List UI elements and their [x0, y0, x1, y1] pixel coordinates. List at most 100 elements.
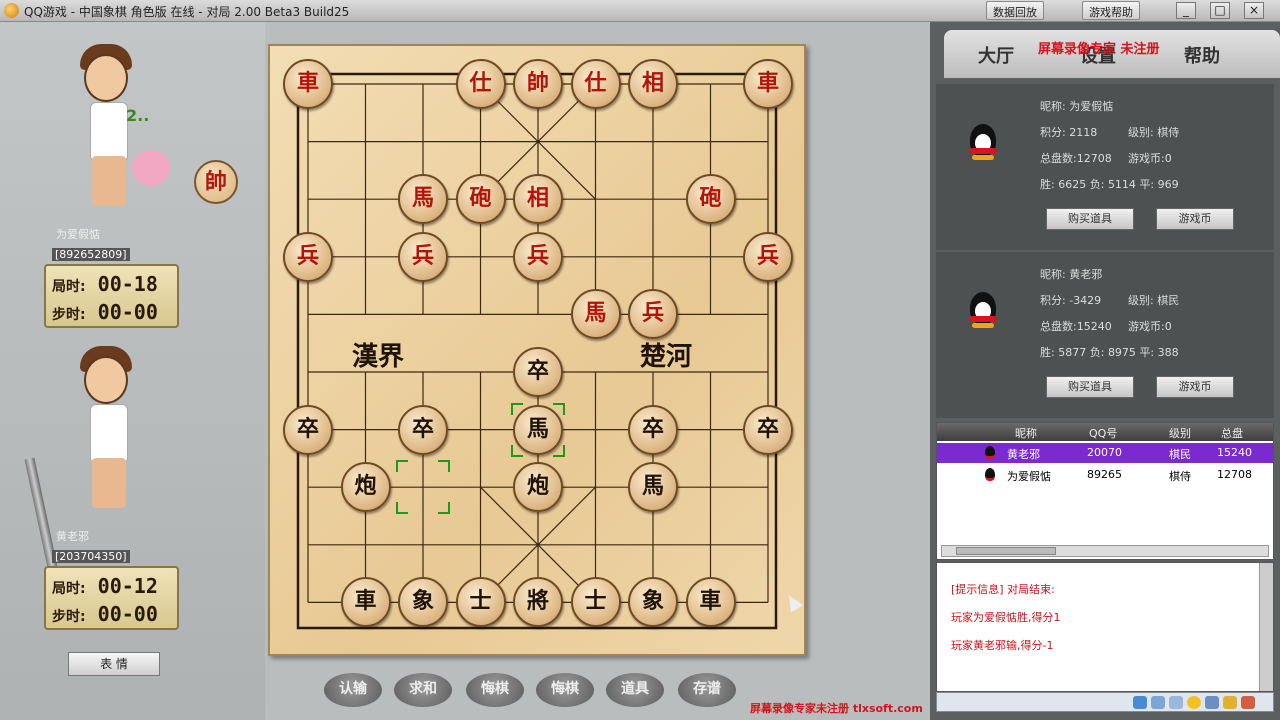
- draw-label: 平:: [1139, 178, 1155, 191]
- red-piece[interactable]: 馬: [570, 289, 621, 340]
- black-piece[interactable]: 士: [455, 577, 506, 628]
- tab-lobby[interactable]: 大厅: [978, 42, 1014, 68]
- close-button[interactable]: ×: [1244, 2, 1264, 19]
- move-highlight: [396, 460, 450, 515]
- score-value: 2118: [1069, 126, 1098, 139]
- nick-label: 昵称:: [1040, 268, 1066, 281]
- chat-toolbar: [936, 692, 1274, 712]
- black-piece[interactable]: 車: [340, 577, 391, 628]
- red-piece[interactable]: 相: [628, 59, 678, 109]
- red-piece[interactable]: 兵: [398, 231, 448, 282]
- red-piece[interactable]: 砲: [685, 174, 736, 225]
- red-piece[interactable]: 兵: [283, 231, 333, 282]
- col-header-level[interactable]: 级别: [1169, 425, 1191, 441]
- step-time-value: 00-00: [97, 602, 158, 626]
- red-piece[interactable]: 兵: [513, 231, 563, 282]
- red-piece[interactable]: 兵: [743, 231, 793, 282]
- red-piece[interactable]: 帥: [513, 59, 563, 109]
- list-row[interactable]: 黄老邪 20070 棋民 15240: [937, 443, 1273, 463]
- black-piece[interactable]: 卒: [628, 404, 678, 455]
- buy-props-button[interactable]: 购买道具: [1046, 376, 1134, 398]
- message-box: [提示信息] 对局结束: 玩家为爱假惦胜,得分1 玩家黄老邪输,得分-1: [936, 562, 1274, 692]
- font-icon[interactable]: [1169, 696, 1183, 709]
- left-player-panel: 2.. 帥 为爱假惦 [892652809] 局时: 00-18 步时: 00-…: [0, 22, 265, 720]
- red-piece[interactable]: 車: [743, 59, 793, 109]
- emoji-icon[interactable]: [1187, 696, 1201, 709]
- list-row[interactable]: 为爱假惦 89265 棋侍 12708: [937, 465, 1273, 485]
- black-piece[interactable]: 卒: [513, 347, 563, 397]
- level-value: 棋民: [1157, 294, 1180, 307]
- vertical-scrollbar[interactable]: [1259, 563, 1273, 691]
- game-coins-button[interactable]: 游戏币: [1156, 376, 1234, 398]
- window-title: QQ游戏 - 中国象棋 角色版 在线 - 对局 2.00 Beta3 Build…: [24, 5, 350, 19]
- list-header: 昵称 QQ号 级别 总盘: [937, 423, 1273, 441]
- draw-label: 平:: [1139, 346, 1155, 359]
- tab-help[interactable]: 帮助: [1184, 42, 1220, 68]
- top-player-id: [892652809]: [52, 248, 130, 261]
- red-piece[interactable]: 馬: [398, 174, 448, 225]
- send-icon[interactable]: [1205, 696, 1219, 709]
- black-piece[interactable]: 炮: [340, 462, 391, 513]
- bottom-player-name: 黄老邪: [56, 530, 89, 543]
- qq-penguin-icon: [985, 468, 995, 481]
- row-qq: 89265: [1087, 468, 1122, 481]
- help-button[interactable]: 游戏帮助: [1082, 1, 1140, 20]
- buy-props-button[interactable]: 购买道具: [1046, 208, 1134, 230]
- level-value: 棋侍: [1157, 126, 1180, 139]
- props-button[interactable]: 道具: [606, 673, 664, 707]
- player-list[interactable]: 昵称 QQ号 级别 总盘 黄老邪 20070 棋民 15240 为爱假惦 892…: [936, 422, 1274, 560]
- resign-button[interactable]: 认输: [324, 673, 382, 707]
- red-piece[interactable]: 仕: [570, 59, 621, 109]
- chat-icon[interactable]: [1133, 696, 1147, 709]
- red-piece[interactable]: 砲: [455, 174, 506, 225]
- red-piece[interactable]: 相: [513, 174, 563, 225]
- row-level: 棋侍: [1169, 470, 1191, 483]
- row-total: 15240: [1217, 446, 1252, 459]
- coins-label: 游戏币:: [1128, 320, 1165, 333]
- undo-button[interactable]: 悔棋: [466, 673, 524, 707]
- black-piece[interactable]: 炮: [513, 462, 563, 513]
- game-coins-button[interactable]: 游戏币: [1156, 208, 1234, 230]
- black-piece[interactable]: 卒: [398, 404, 448, 455]
- draw-button[interactable]: 求和: [394, 673, 452, 707]
- watermark-bottom: 屏幕录像专家未注册 tlxsoft.com: [750, 702, 923, 715]
- black-piece[interactable]: 卒: [283, 404, 333, 455]
- col-header-qq[interactable]: QQ号: [1089, 425, 1117, 441]
- black-piece[interactable]: 卒: [743, 404, 793, 455]
- win-value: 6625: [1058, 178, 1087, 191]
- scrollbar-thumb[interactable]: [956, 547, 1056, 555]
- black-piece[interactable]: 馬: [628, 462, 678, 513]
- restore-button[interactable]: □: [1210, 2, 1230, 19]
- save-record-button[interactable]: 存谱: [678, 673, 736, 707]
- level-label: 级别:: [1128, 294, 1154, 307]
- step-time-label: 步时:: [52, 609, 86, 625]
- emote-button[interactable]: 表 情: [68, 652, 160, 676]
- red-piece[interactable]: 車: [283, 59, 333, 109]
- coins-label: 游戏币:: [1128, 152, 1165, 165]
- screenshot-icon[interactable]: [1151, 696, 1165, 709]
- move-highlight: [511, 402, 565, 457]
- undo-button-2[interactable]: 悔棋: [536, 673, 594, 707]
- black-piece[interactable]: 士: [570, 577, 621, 628]
- settings-icon[interactable]: [1241, 696, 1255, 709]
- black-piece[interactable]: 車: [685, 577, 736, 628]
- lose-value: 8975: [1107, 346, 1136, 359]
- message-line: [提示信息] 对局结束:: [951, 583, 1055, 596]
- lose-value: 5114: [1107, 178, 1136, 191]
- river-text-right: 楚河: [640, 342, 693, 372]
- chess-board[interactable]: 漢界 楚河 車仕帥仕相車馬砲相砲兵兵兵兵馬兵卒卒卒馬卒卒炮炮馬車象士將士象車: [268, 44, 806, 656]
- draw-value: 969: [1157, 178, 1179, 191]
- horizontal-scrollbar[interactable]: [941, 545, 1269, 557]
- message-line: 玩家为爱假惦胜,得分1: [951, 611, 1061, 624]
- coins-value: 0: [1164, 320, 1172, 333]
- col-header-nick[interactable]: 昵称: [1015, 425, 1037, 441]
- player-card: 昵称: 为爱假惦 积分: 2118 级别: 棋侍 总盘数:12708 游戏币:0…: [936, 84, 1274, 250]
- replay-button[interactable]: 数据回放: [986, 1, 1044, 20]
- pencil-icon[interactable]: [1223, 696, 1237, 709]
- red-piece[interactable]: 仕: [455, 59, 506, 109]
- game-time-label: 局时:: [52, 279, 86, 295]
- qq-penguin-icon: [966, 124, 1000, 162]
- col-header-total[interactable]: 总盘: [1221, 425, 1243, 441]
- title-bar: QQ游戏 - 中国象棋 角色版 在线 - 对局 2.00 Beta3 Build…: [0, 0, 1280, 22]
- minimize-button[interactable]: _: [1176, 2, 1196, 19]
